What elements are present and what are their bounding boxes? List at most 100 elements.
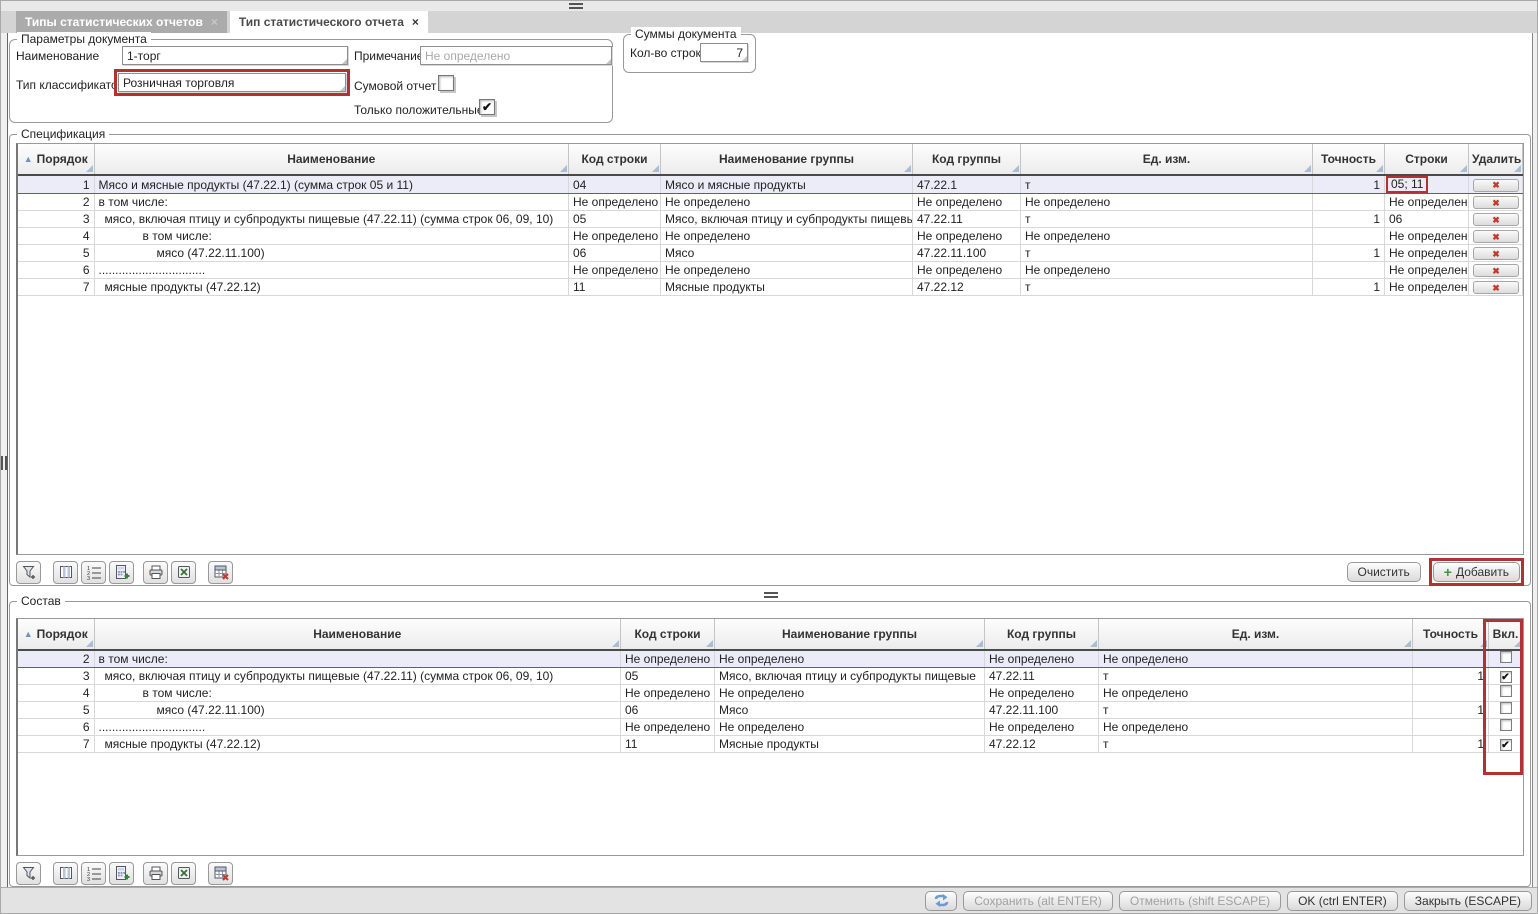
unit-cell: т [1021, 211, 1313, 228]
cancel-button[interactable]: Отменить (shift ESCAPE) [1119, 891, 1281, 911]
document-parameters-group: Параметры документа Наименование Примеча… [9, 39, 613, 123]
export-excel-icon[interactable] [171, 862, 196, 885]
print-icon[interactable] [143, 561, 168, 584]
save-button[interactable]: Сохранить (alt ENTER) [963, 891, 1113, 911]
line-code-cell: Не определено [621, 650, 715, 667]
precision-cell: 1 [1413, 701, 1489, 718]
filter-add-icon[interactable] [16, 862, 41, 885]
table-row[interactable]: 5мясо (47.22.11.100)06Мясо47.22.11.100т1… [18, 245, 1523, 262]
column-header-precision[interactable]: Точность [1313, 144, 1385, 175]
column-header-group-name[interactable]: Наименование группы [715, 619, 985, 650]
column-header-order[interactable]: Порядок [18, 619, 94, 650]
group-code-cell: 47.22.11 [913, 211, 1021, 228]
ok-button[interactable]: OK (ctrl ENTER) [1287, 891, 1398, 911]
column-header-group-code[interactable]: Код группы [985, 619, 1099, 650]
left-splitter-grip[interactable] [1, 456, 7, 470]
delete-row-button[interactable] [1473, 281, 1519, 294]
clear-button[interactable]: Очистить [1347, 562, 1421, 582]
row-count-input[interactable] [700, 43, 748, 62]
include-cell [1489, 667, 1523, 684]
group-code-cell: 47.22.11 [985, 667, 1099, 684]
sum-report-label: Сумовой отчет [354, 77, 436, 96]
table-row[interactable]: 7мясные продукты (47.22.12)11Мясные прод… [18, 735, 1523, 752]
tab-report-types[interactable]: Типы статистических отчетов [16, 11, 227, 33]
delete-row-button[interactable] [1473, 196, 1519, 209]
note-input[interactable] [420, 46, 612, 65]
table-row[interactable]: 6................................Не опре… [18, 262, 1523, 279]
delete-row-button[interactable] [1473, 179, 1519, 192]
calculator-add-icon[interactable] [109, 862, 134, 885]
delete-row-button[interactable] [1473, 230, 1519, 243]
print-icon[interactable] [143, 862, 168, 885]
column-header-group-code[interactable]: Код группы [913, 144, 1021, 175]
column-header-precision[interactable]: Точность [1413, 619, 1489, 650]
column-header-order[interactable]: Порядок [18, 144, 94, 175]
delete-row-button[interactable] [1473, 264, 1519, 277]
column-settings-icon[interactable] [53, 561, 78, 584]
name-input[interactable] [122, 46, 348, 65]
annotation-box-lines: 05; 11 [1386, 176, 1428, 193]
line-code-cell: 05 [621, 667, 715, 684]
table-row[interactable]: 1Мясо и мясные продукты (47.22.1) (сумма… [18, 175, 1523, 194]
column-settings-icon[interactable] [53, 862, 78, 885]
middle-splitter-grip[interactable] [764, 592, 778, 598]
column-header-lines[interactable]: Строки [1385, 144, 1469, 175]
export-excel-icon[interactable] [171, 561, 196, 584]
column-header-unit[interactable]: Ед. изм. [1099, 619, 1413, 650]
column-header-name[interactable]: Наименование [94, 619, 621, 650]
table-delete-icon[interactable] [208, 862, 233, 885]
include-checkbox[interactable] [1500, 719, 1512, 731]
line-code-cell: Не определено [569, 194, 661, 211]
include-checkbox[interactable] [1500, 702, 1512, 714]
filter-add-icon[interactable] [16, 561, 41, 584]
order-cell: 5 [18, 245, 94, 262]
column-header-delete[interactable]: Удалить [1469, 144, 1523, 175]
unit-cell: т [1021, 279, 1313, 296]
delete-row-button[interactable] [1473, 213, 1519, 226]
table-row[interactable]: 5мясо (47.22.11.100)06Мясо47.22.11.100т1 [18, 701, 1523, 718]
column-header-group-name[interactable]: Наименование группы [661, 144, 913, 175]
table-row[interactable]: 2в том числе:Не определеноНе определеноН… [18, 194, 1523, 211]
column-header-unit[interactable]: Ед. изм. [1021, 144, 1313, 175]
name-cell: мясо (47.22.11.100) [94, 245, 569, 262]
classifier-input[interactable] [118, 73, 346, 92]
close-icon[interactable] [412, 11, 419, 33]
row-numbering-icon[interactable]: 123 [81, 561, 106, 584]
calculator-add-icon[interactable] [109, 561, 134, 584]
table-row[interactable]: 4в том числе:Не определеноНе определеноН… [18, 684, 1523, 701]
table-row[interactable]: 6................................Не опре… [18, 718, 1523, 735]
row-numbering-icon[interactable]: 123 [81, 862, 106, 885]
column-header-line-code[interactable]: Код строки [621, 619, 715, 650]
top-splitter-grip[interactable] [569, 3, 583, 9]
table-row[interactable]: 3мясо, включая птицу и субпродукты пищев… [18, 667, 1523, 684]
column-header-include[interactable]: Вкл. [1489, 619, 1523, 650]
delete-cell [1469, 175, 1523, 194]
include-cell [1489, 735, 1523, 752]
include-checkbox[interactable] [1500, 651, 1512, 663]
refresh-button[interactable] [925, 891, 957, 911]
delete-row-button[interactable] [1473, 247, 1519, 260]
svg-text:3: 3 [87, 877, 90, 881]
row-count-field-wrap [700, 43, 748, 62]
close-button[interactable]: Закрыть (ESCAPE) [1404, 891, 1532, 911]
table-delete-icon[interactable] [208, 561, 233, 584]
column-header-name[interactable]: Наименование [94, 144, 569, 175]
group-legend: Параметры документа [17, 32, 151, 46]
toolbar-icons: 123 [16, 862, 233, 885]
tab-bar: Типы статистических отчетов Тип статисти… [1, 11, 1537, 33]
tab-report-type[interactable]: Тип статистического отчета [230, 11, 428, 33]
table-row[interactable]: 3мясо, включая птицу и субпродукты пищев… [18, 211, 1523, 228]
order-cell: 7 [18, 735, 94, 752]
sum-report-checkbox[interactable] [438, 75, 454, 91]
include-checkbox[interactable] [1500, 685, 1512, 697]
add-button[interactable]: Добавить [1433, 562, 1520, 582]
close-icon[interactable] [211, 11, 218, 33]
column-header-line-code[interactable]: Код строки [569, 144, 661, 175]
include-checkbox[interactable] [1500, 671, 1512, 683]
positive-only-checkbox[interactable] [479, 99, 495, 115]
document-sums-group: Суммы документа Кол-во строк [623, 34, 756, 73]
table-row[interactable]: 4в том числе:Не определеноНе определеноН… [18, 228, 1523, 245]
table-row[interactable]: 7мясные продукты (47.22.12)11Мясные прод… [18, 279, 1523, 296]
table-row[interactable]: 2в том числе:Не определеноНе определеноН… [18, 650, 1523, 667]
include-checkbox[interactable] [1500, 739, 1512, 751]
